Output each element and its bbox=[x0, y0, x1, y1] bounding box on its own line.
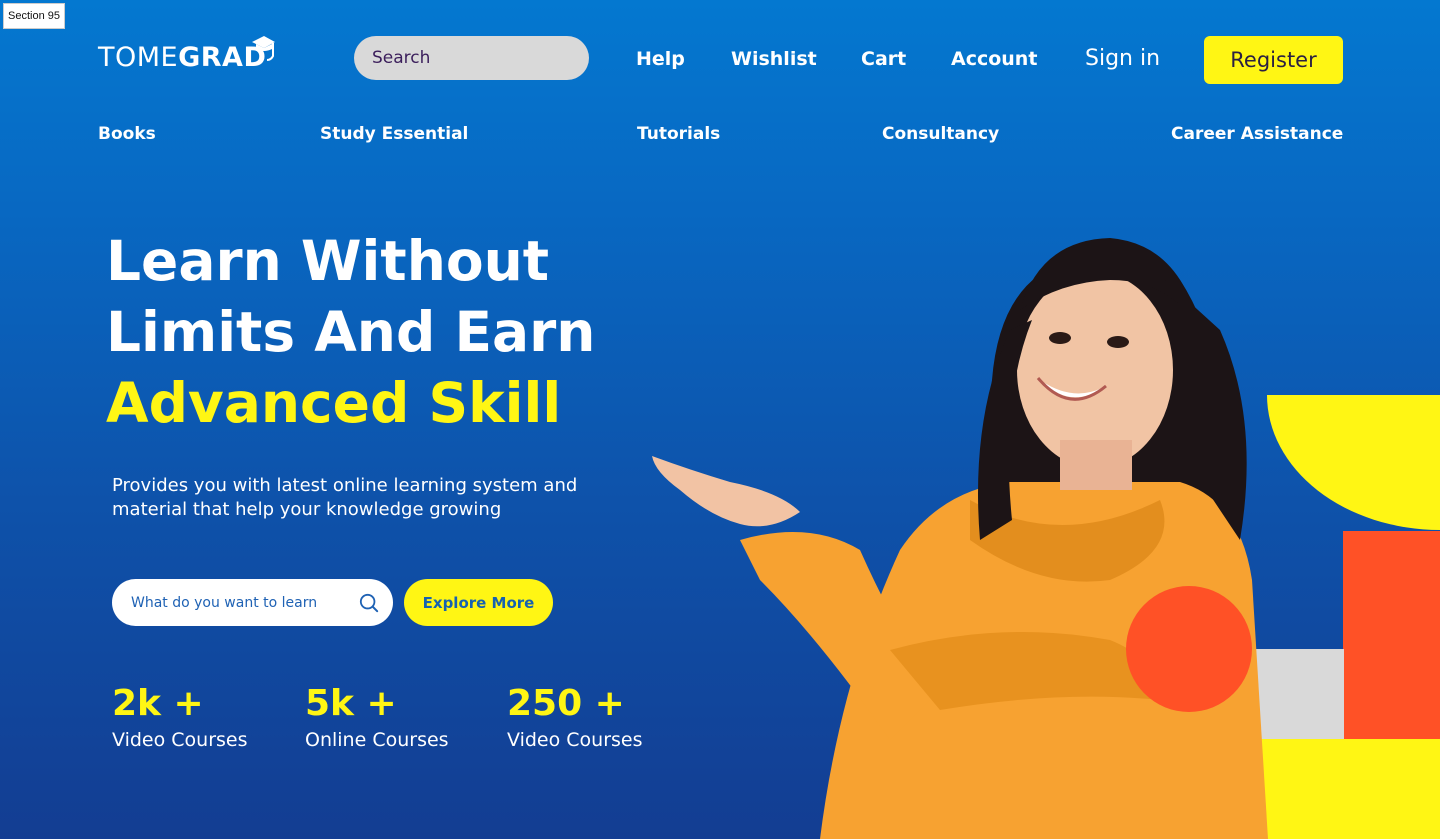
nav-account-link[interactable]: Account bbox=[951, 48, 1037, 70]
hero-title-line-2: Limits And Earn bbox=[106, 300, 596, 364]
category-consultancy[interactable]: Consultancy bbox=[882, 124, 999, 144]
learn-search-input[interactable] bbox=[131, 594, 359, 611]
category-study-essential[interactable]: Study Essential bbox=[320, 124, 468, 144]
nav-cart-link[interactable]: Cart bbox=[861, 48, 906, 70]
learn-search-bar[interactable] bbox=[112, 579, 393, 626]
register-button[interactable]: Register bbox=[1204, 36, 1343, 84]
logo[interactable]: TOME GRAD bbox=[98, 36, 276, 73]
orange-rect-shape bbox=[1343, 531, 1440, 739]
stat-label: Online Courses bbox=[305, 729, 449, 751]
search-bar[interactable] bbox=[354, 36, 591, 80]
stat-item: 5k + Online Courses bbox=[305, 682, 449, 753]
student-photo bbox=[652, 238, 1268, 839]
yellow-half-circle-shape bbox=[1267, 395, 1440, 530]
graduation-cap-icon bbox=[252, 36, 276, 61]
hero-subtitle: Provides you with latest online learning… bbox=[112, 475, 578, 520]
logo-bold-text: GRAD bbox=[178, 36, 276, 73]
stat-value: 5k + bbox=[305, 683, 397, 724]
nav-wishlist-link[interactable]: Wishlist bbox=[731, 48, 817, 70]
search-input[interactable] bbox=[372, 48, 591, 68]
logo-light-text: TOME bbox=[98, 42, 179, 73]
hero-title-line-3: Advanced Skill bbox=[106, 371, 562, 435]
category-tutorials[interactable]: Tutorials bbox=[637, 124, 720, 144]
hero-title-line-1: Learn Without bbox=[106, 229, 550, 293]
nav-help-link[interactable]: Help bbox=[636, 48, 685, 70]
stat-item: 2k + Video Courses bbox=[112, 682, 248, 753]
stat-value: 2k + bbox=[112, 683, 204, 724]
stat-label: Video Courses bbox=[507, 729, 643, 751]
category-career-assistance[interactable]: Career Assistance bbox=[1171, 124, 1343, 144]
category-books[interactable]: Books bbox=[98, 124, 156, 144]
sign-in-link[interactable]: Sign in bbox=[1085, 46, 1160, 71]
hero-title: Learn Without Limits And Earn Advanced S… bbox=[106, 226, 595, 439]
explore-more-button[interactable]: Explore More bbox=[404, 579, 553, 626]
frame-label: Section 95 bbox=[3, 3, 65, 29]
search-icon[interactable] bbox=[359, 593, 379, 613]
yellow-rect-shape bbox=[1253, 739, 1440, 839]
stat-item: 250 + Video Courses bbox=[507, 682, 643, 753]
stat-label: Video Courses bbox=[112, 729, 248, 751]
stat-value: 250 + bbox=[507, 683, 625, 724]
